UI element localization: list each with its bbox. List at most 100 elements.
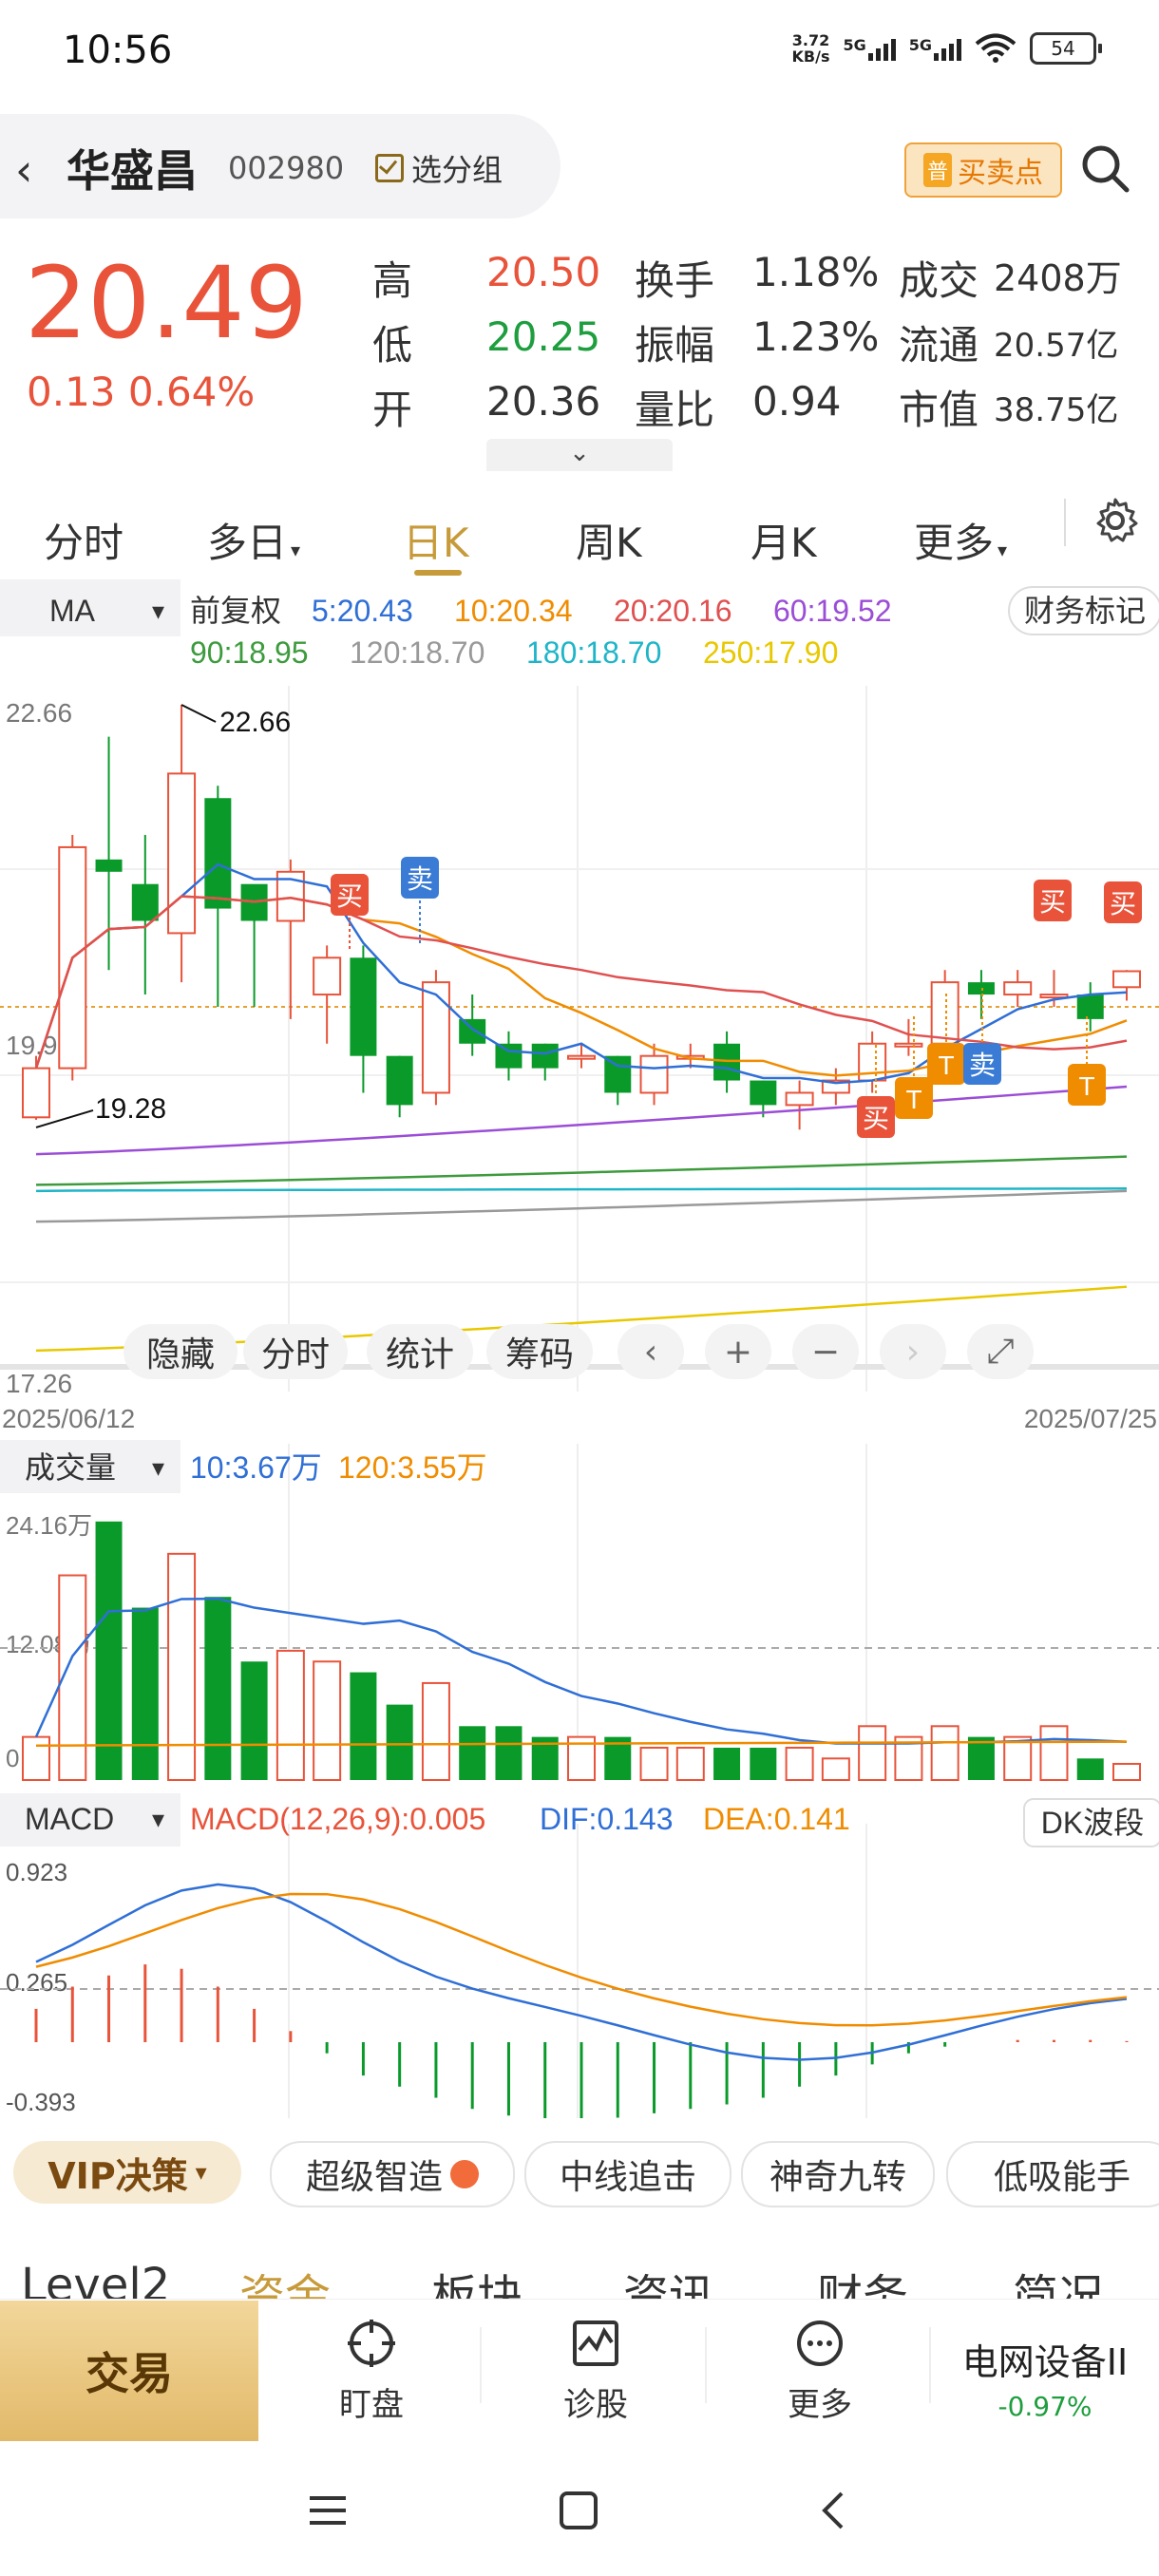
quote-v2: 1.23% (752, 313, 880, 360)
t-signal-label: T (938, 1051, 954, 1080)
chart-icon (573, 2320, 618, 2366)
toolbar-pill-3[interactable]: 筹码 (486, 1324, 593, 1379)
volume-ma120: 120:3.55万 (338, 1450, 487, 1485)
candle-up (167, 772, 197, 935)
zoom-out-icon[interactable]: − (792, 1324, 859, 1379)
volume-bar-up (821, 1757, 850, 1781)
strategy-chip-1[interactable]: 中线追击 (524, 2141, 732, 2207)
more-dots-icon (797, 2320, 843, 2366)
more-button[interactable]: 更多 (749, 2318, 891, 2425)
candle-up (1039, 994, 1069, 999)
volume-bar-down (386, 1704, 413, 1780)
quote-v2: 0.94 (752, 378, 842, 425)
scroll-left-icon[interactable]: ‹ (618, 1324, 684, 1379)
back-icon[interactable]: ‹ (15, 144, 32, 196)
signal-icon-2: 5G (909, 36, 961, 61)
fullscreen-icon[interactable]: ⤢ (967, 1324, 1034, 1379)
watchlist-button[interactable]: 选分组 (375, 146, 503, 190)
quote-l1: 开 (372, 387, 413, 433)
volume-bar-up (639, 1746, 669, 1781)
date-end: 2025/07/25 (1024, 1404, 1157, 1433)
y-label: -0.393 (6, 2088, 76, 2116)
back-nav-icon[interactable] (813, 2489, 857, 2532)
toolbar-pill-0[interactable]: 隐藏 (124, 1324, 238, 1379)
gear-icon[interactable] (1091, 496, 1140, 545)
tab-2[interactable]: 日K (403, 511, 469, 569)
adjust-label: 前复权 (190, 594, 281, 628)
candle-up (1003, 981, 1033, 996)
macd-dea: DEA:0.141 (703, 1802, 850, 1836)
dropdown-arrow-icon: ▾ (152, 597, 164, 625)
sell-signal-label: 卖 (407, 864, 433, 894)
quote-v1: 20.25 (486, 313, 601, 360)
volume-bar-down (350, 1672, 377, 1780)
tab-4[interactable]: 月K (750, 511, 817, 569)
candle-up (639, 1054, 669, 1094)
ma-value: 20:20.16 (614, 594, 732, 628)
search-icon[interactable] (1077, 141, 1132, 196)
divider (929, 2327, 931, 2403)
quote-l1: 低 (372, 322, 413, 369)
candle-down (350, 957, 377, 1056)
watch-market-button[interactable]: 盯盘 (300, 2318, 443, 2425)
strategy-chip-2[interactable]: 神奇九转 (741, 2141, 935, 2207)
buy-signal-label: 买 (863, 1104, 889, 1133)
candle-down (713, 1043, 741, 1081)
home-icon[interactable] (557, 2489, 600, 2532)
tab-1[interactable]: 多日 ▾ (207, 511, 300, 569)
quote-v3: 20.57亿 (994, 327, 1119, 365)
tab-5[interactable]: 更多 ▾ (914, 511, 1007, 569)
candle-down (386, 1055, 413, 1106)
volume-bar-down (131, 1607, 159, 1780)
volume-bar-down (495, 1726, 522, 1780)
volume-bar-up (1112, 1762, 1141, 1781)
dropdown-arrow-icon: ▾ (291, 539, 301, 561)
toolbar-pill-2[interactable]: 统计 (367, 1324, 473, 1379)
wifi-icon (975, 33, 1016, 63)
expand-quote-button[interactable]: ⌄ (486, 439, 673, 471)
volume-bar-up (785, 1746, 814, 1781)
buy-sell-points-button[interactable]: 普 买卖点 (904, 142, 1062, 198)
quote-l3: 流通 (899, 322, 979, 369)
volume-bar-down (459, 1726, 486, 1780)
candle-down (131, 883, 159, 921)
sector-button[interactable]: 电网设备II -0.97% (940, 2333, 1150, 2422)
ma-value: 90:18.95 (190, 635, 309, 670)
vip-decision-button[interactable]: VIP决策 ▾ (13, 2141, 241, 2204)
quote-l3: 成交 (899, 257, 979, 304)
divider (1064, 499, 1066, 546)
max-label: 22.66 (219, 707, 291, 738)
strategy-chip-0[interactable]: 超级智造 (270, 2141, 515, 2207)
scroll-right-icon[interactable]: › (880, 1324, 946, 1379)
tab-0[interactable]: 分时 (44, 511, 124, 569)
target-icon (348, 2320, 395, 2367)
volume-bar-down (95, 1521, 123, 1780)
toolbar-pill-1[interactable]: 分时 (243, 1324, 348, 1379)
tab-3[interactable]: 周K (576, 511, 642, 569)
candle-up (313, 957, 342, 996)
net-speed: 3.72 KB/s (791, 31, 830, 66)
quote-l2: 振幅 (635, 322, 715, 369)
volume-bar-up (276, 1649, 305, 1781)
candle-down (531, 1043, 559, 1069)
candle-up (858, 1042, 887, 1082)
y-label: 22.66 (6, 698, 72, 728)
quote-v3: 38.75亿 (994, 391, 1119, 429)
menu-icon[interactable] (306, 2489, 350, 2532)
quote-v3: 2408万 (994, 257, 1122, 299)
strategy-chip-3[interactable]: 低吸能手 (946, 2141, 1159, 2207)
diagnose-stock-button[interactable]: 诊股 (524, 2318, 667, 2425)
zoom-in-icon[interactable]: + (705, 1324, 771, 1379)
divider (480, 2327, 482, 2403)
dk-label: DK波段 (1041, 1806, 1144, 1840)
quote-l1: 高 (372, 257, 413, 304)
y-label: 24.16万 (6, 1511, 92, 1540)
buy-signal-label: 买 (336, 881, 363, 911)
period-tabs: 分时 多日 ▾ 日K 周K 月K 更多 ▾ (0, 484, 1159, 579)
quote-l3: 市值 (899, 387, 979, 433)
y-label: 0.265 (6, 1968, 67, 1997)
ma-selector: MA (49, 594, 96, 628)
trade-button[interactable]: 交易 (0, 2301, 258, 2441)
vip-strategy-bar: VIP决策 ▾ 超级智造 中线追击 神奇九转 低吸能手 (0, 2126, 1159, 2221)
y-label: 0.923 (6, 1858, 67, 1886)
